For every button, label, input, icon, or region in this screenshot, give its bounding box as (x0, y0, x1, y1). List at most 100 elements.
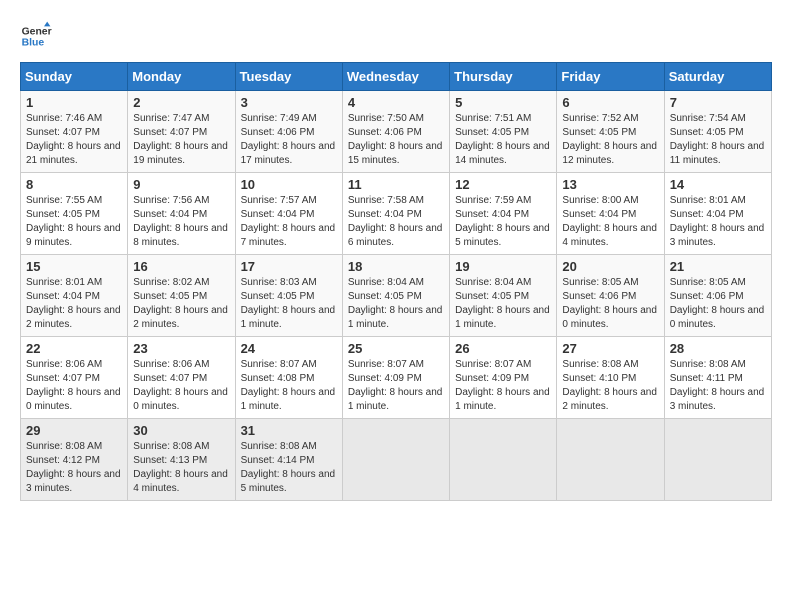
calendar-week-3: 15 Sunrise: 8:01 AMSunset: 4:04 PMDaylig… (21, 255, 772, 337)
calendar-cell: 21 Sunrise: 8:05 AMSunset: 4:06 PMDaylig… (664, 255, 771, 337)
calendar-cell: 6 Sunrise: 7:52 AMSunset: 4:05 PMDayligh… (557, 91, 664, 173)
day-info: Sunrise: 8:07 AMSunset: 4:09 PMDaylight:… (348, 359, 443, 412)
day-number: 4 (348, 95, 444, 110)
day-info: Sunrise: 8:01 AMSunset: 4:04 PMDaylight:… (670, 195, 765, 248)
calendar-cell: 22 Sunrise: 8:06 AMSunset: 4:07 PMDaylig… (21, 337, 128, 419)
header-sunday: Sunday (21, 63, 128, 91)
day-number: 21 (670, 259, 766, 274)
day-info: Sunrise: 7:50 AMSunset: 4:06 PMDaylight:… (348, 113, 443, 166)
day-info: Sunrise: 8:02 AMSunset: 4:05 PMDaylight:… (133, 277, 228, 330)
calendar-week-5: 29 Sunrise: 8:08 AMSunset: 4:12 PMDaylig… (21, 419, 772, 501)
day-info: Sunrise: 7:58 AMSunset: 4:04 PMDaylight:… (348, 195, 443, 248)
calendar-cell: 11 Sunrise: 7:58 AMSunset: 4:04 PMDaylig… (342, 173, 449, 255)
calendar-cell: 5 Sunrise: 7:51 AMSunset: 4:05 PMDayligh… (450, 91, 557, 173)
day-info: Sunrise: 7:49 AMSunset: 4:06 PMDaylight:… (241, 113, 336, 166)
day-number: 28 (670, 341, 766, 356)
day-info: Sunrise: 8:04 AMSunset: 4:05 PMDaylight:… (455, 277, 550, 330)
calendar-cell: 18 Sunrise: 8:04 AMSunset: 4:05 PMDaylig… (342, 255, 449, 337)
calendar-cell: 26 Sunrise: 8:07 AMSunset: 4:09 PMDaylig… (450, 337, 557, 419)
calendar-cell: 31 Sunrise: 8:08 AMSunset: 4:14 PMDaylig… (235, 419, 342, 501)
calendar-cell: 30 Sunrise: 8:08 AMSunset: 4:13 PMDaylig… (128, 419, 235, 501)
header-saturday: Saturday (664, 63, 771, 91)
day-number: 27 (562, 341, 658, 356)
day-number: 1 (26, 95, 122, 110)
calendar-cell: 19 Sunrise: 8:04 AMSunset: 4:05 PMDaylig… (450, 255, 557, 337)
day-info: Sunrise: 7:52 AMSunset: 4:05 PMDaylight:… (562, 113, 657, 166)
day-number: 13 (562, 177, 658, 192)
day-info: Sunrise: 8:03 AMSunset: 4:05 PMDaylight:… (241, 277, 336, 330)
day-number: 6 (562, 95, 658, 110)
day-number: 11 (348, 177, 444, 192)
calendar-cell: 9 Sunrise: 7:56 AMSunset: 4:04 PMDayligh… (128, 173, 235, 255)
calendar-cell: 3 Sunrise: 7:49 AMSunset: 4:06 PMDayligh… (235, 91, 342, 173)
day-info: Sunrise: 8:07 AMSunset: 4:08 PMDaylight:… (241, 359, 336, 412)
day-number: 25 (348, 341, 444, 356)
day-info: Sunrise: 8:08 AMSunset: 4:11 PMDaylight:… (670, 359, 765, 412)
day-number: 10 (241, 177, 337, 192)
day-info: Sunrise: 7:46 AMSunset: 4:07 PMDaylight:… (26, 113, 121, 166)
day-number: 29 (26, 423, 122, 438)
calendar-cell: 17 Sunrise: 8:03 AMSunset: 4:05 PMDaylig… (235, 255, 342, 337)
day-info: Sunrise: 7:57 AMSunset: 4:04 PMDaylight:… (241, 195, 336, 248)
day-info: Sunrise: 8:08 AMSunset: 4:12 PMDaylight:… (26, 441, 121, 494)
day-number: 24 (241, 341, 337, 356)
calendar-week-1: 1 Sunrise: 7:46 AMSunset: 4:07 PMDayligh… (21, 91, 772, 173)
day-info: Sunrise: 7:59 AMSunset: 4:04 PMDaylight:… (455, 195, 550, 248)
calendar-cell (664, 419, 771, 501)
day-number: 8 (26, 177, 122, 192)
svg-text:General: General (22, 26, 52, 37)
day-number: 26 (455, 341, 551, 356)
header-wednesday: Wednesday (342, 63, 449, 91)
calendar-cell: 13 Sunrise: 8:00 AMSunset: 4:04 PMDaylig… (557, 173, 664, 255)
calendar-week-4: 22 Sunrise: 8:06 AMSunset: 4:07 PMDaylig… (21, 337, 772, 419)
calendar-table: SundayMondayTuesdayWednesdayThursdayFrid… (20, 62, 772, 501)
day-info: Sunrise: 7:55 AMSunset: 4:05 PMDaylight:… (26, 195, 121, 248)
calendar-cell: 28 Sunrise: 8:08 AMSunset: 4:11 PMDaylig… (664, 337, 771, 419)
calendar-cell: 15 Sunrise: 8:01 AMSunset: 4:04 PMDaylig… (21, 255, 128, 337)
day-info: Sunrise: 8:05 AMSunset: 4:06 PMDaylight:… (670, 277, 765, 330)
day-number: 22 (26, 341, 122, 356)
calendar-cell (557, 419, 664, 501)
day-info: Sunrise: 8:08 AMSunset: 4:10 PMDaylight:… (562, 359, 657, 412)
calendar-cell: 27 Sunrise: 8:08 AMSunset: 4:10 PMDaylig… (557, 337, 664, 419)
day-number: 7 (670, 95, 766, 110)
day-info: Sunrise: 8:06 AMSunset: 4:07 PMDaylight:… (133, 359, 228, 412)
day-number: 23 (133, 341, 229, 356)
day-info: Sunrise: 7:47 AMSunset: 4:07 PMDaylight:… (133, 113, 228, 166)
logo: General Blue (20, 20, 52, 52)
day-info: Sunrise: 7:54 AMSunset: 4:05 PMDaylight:… (670, 113, 765, 166)
day-number: 15 (26, 259, 122, 274)
header-tuesday: Tuesday (235, 63, 342, 91)
day-number: 18 (348, 259, 444, 274)
day-number: 20 (562, 259, 658, 274)
logo-icon: General Blue (20, 20, 52, 52)
calendar-cell: 23 Sunrise: 8:06 AMSunset: 4:07 PMDaylig… (128, 337, 235, 419)
day-info: Sunrise: 8:00 AMSunset: 4:04 PMDaylight:… (562, 195, 657, 248)
calendar-cell: 24 Sunrise: 8:07 AMSunset: 4:08 PMDaylig… (235, 337, 342, 419)
calendar-cell: 10 Sunrise: 7:57 AMSunset: 4:04 PMDaylig… (235, 173, 342, 255)
day-info: Sunrise: 8:05 AMSunset: 4:06 PMDaylight:… (562, 277, 657, 330)
svg-text:Blue: Blue (22, 38, 45, 49)
calendar-cell: 14 Sunrise: 8:01 AMSunset: 4:04 PMDaylig… (664, 173, 771, 255)
calendar-cell: 7 Sunrise: 7:54 AMSunset: 4:05 PMDayligh… (664, 91, 771, 173)
header-monday: Monday (128, 63, 235, 91)
day-number: 2 (133, 95, 229, 110)
page-header: General Blue (20, 20, 772, 52)
calendar-cell (342, 419, 449, 501)
day-number: 9 (133, 177, 229, 192)
calendar-cell: 12 Sunrise: 7:59 AMSunset: 4:04 PMDaylig… (450, 173, 557, 255)
day-number: 17 (241, 259, 337, 274)
calendar-cell: 29 Sunrise: 8:08 AMSunset: 4:12 PMDaylig… (21, 419, 128, 501)
header-friday: Friday (557, 63, 664, 91)
day-number: 31 (241, 423, 337, 438)
day-number: 30 (133, 423, 229, 438)
calendar-cell: 1 Sunrise: 7:46 AMSunset: 4:07 PMDayligh… (21, 91, 128, 173)
calendar-cell: 20 Sunrise: 8:05 AMSunset: 4:06 PMDaylig… (557, 255, 664, 337)
calendar-cell: 25 Sunrise: 8:07 AMSunset: 4:09 PMDaylig… (342, 337, 449, 419)
calendar-cell: 8 Sunrise: 7:55 AMSunset: 4:05 PMDayligh… (21, 173, 128, 255)
day-info: Sunrise: 8:08 AMSunset: 4:13 PMDaylight:… (133, 441, 228, 494)
day-info: Sunrise: 8:08 AMSunset: 4:14 PMDaylight:… (241, 441, 336, 494)
day-number: 3 (241, 95, 337, 110)
day-number: 16 (133, 259, 229, 274)
day-number: 12 (455, 177, 551, 192)
